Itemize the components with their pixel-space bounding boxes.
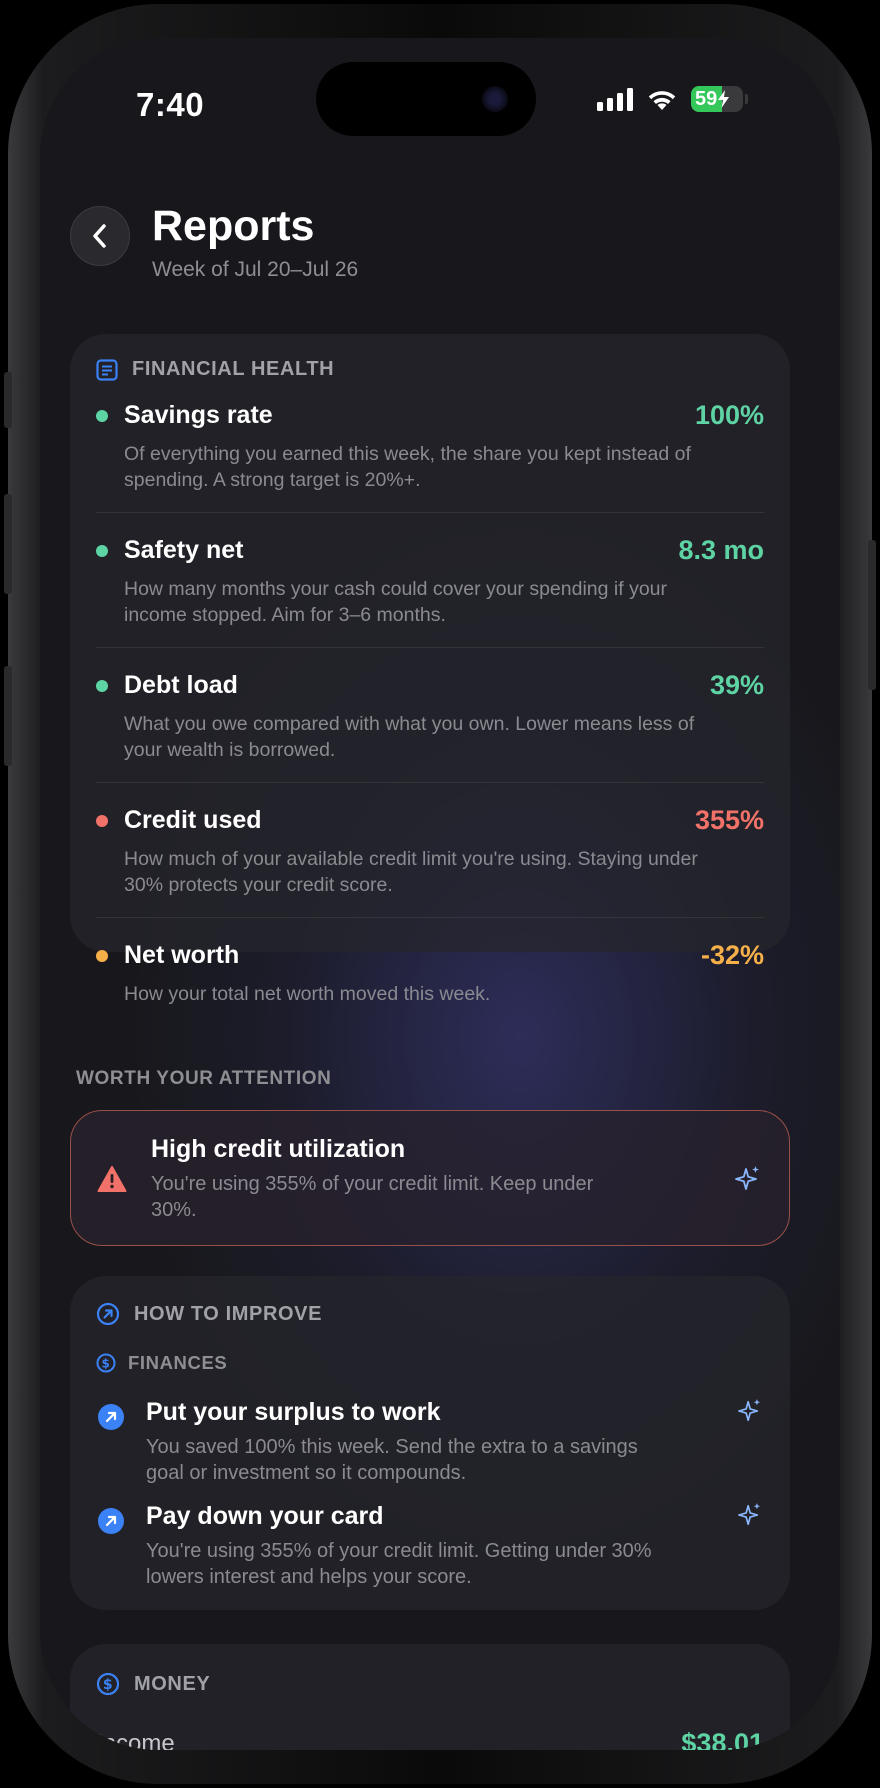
metric-debt-load: Debt load 39% What you owe compared with… <box>70 648 790 782</box>
camera-icon <box>482 86 508 112</box>
metric-description: How your total net worth moved this week… <box>124 983 491 1005</box>
money-heading: $ MONEY <box>96 1672 210 1696</box>
category-label: FINANCES <box>128 1352 228 1373</box>
metric-description: How much of your available credit limit … <box>124 848 698 896</box>
chevron-left-icon <box>93 224 106 248</box>
metrics-list: Savings rate 100% Of everything you earn… <box>70 400 790 1018</box>
alert-card[interactable]: High credit utilization You're using 355… <box>70 1110 790 1246</box>
tip-item[interactable]: Put your surplus to work You saved 100% … <box>70 1398 790 1498</box>
dynamic-island <box>316 62 536 136</box>
report-icon <box>96 358 118 381</box>
status-indicators: 59 <box>597 86 748 112</box>
financial-health-card: FINANCIAL HEALTH Savings rate 100% Of ev… <box>70 334 790 1005</box>
dollar-circle-icon: $ <box>96 1672 120 1696</box>
page-header: Reports Week of Jul 20–Jul 26 <box>70 202 359 282</box>
cellular-signal-icon <box>597 87 633 111</box>
tip-description: You saved 100% this week. Send the extra… <box>146 1436 638 1484</box>
ai-sparkle-icon[interactable] <box>735 1165 761 1193</box>
svg-text:$: $ <box>103 1677 113 1693</box>
metric-description: Of everything you earned this week, the … <box>124 443 691 491</box>
financial-health-title: FINANCIAL HEALTH <box>132 358 335 380</box>
metric-name: Credit used <box>124 806 262 834</box>
tip-description: You're using 355% of your credit limit. … <box>146 1540 652 1588</box>
battery-level: 59 <box>695 87 718 110</box>
screen: 7:40 59 Reports Week of Jul 20–Jul 26 FI… <box>40 38 840 1750</box>
ai-sparkle-icon[interactable] <box>738 1502 762 1528</box>
warning-icon <box>97 1166 127 1192</box>
battery-indicator: 59 <box>691 86 743 112</box>
how-to-improve-title: HOW TO IMPROVE <box>134 1302 323 1325</box>
power-button <box>868 540 876 690</box>
income-value: $38.01 <box>681 1728 764 1750</box>
metric-value: 8.3 mo <box>678 535 764 565</box>
volume-down-button <box>4 666 12 766</box>
wifi-icon <box>648 91 676 110</box>
arrow-up-right-circle-icon <box>96 1302 120 1326</box>
ai-sparkle-icon[interactable] <box>738 1398 762 1424</box>
volume-up-button <box>4 494 12 594</box>
metric-safety-net: Safety net 8.3 mo How many months your c… <box>70 513 790 647</box>
metric-net-worth: Net worth -32% How your total net worth … <box>70 918 790 1018</box>
category-finances: $ FINANCES <box>96 1352 227 1374</box>
status-time: 7:40 <box>136 86 205 123</box>
svg-text:$: $ <box>102 1357 111 1371</box>
metric-savings-rate: Savings rate 100% Of everything you earn… <box>70 400 790 512</box>
metric-name: Debt load <box>124 671 238 699</box>
metric-name: Savings rate <box>124 401 273 429</box>
attention-heading: WORTH YOUR ATTENTION <box>76 1068 332 1089</box>
metric-value: -32% <box>700 940 764 970</box>
metric-description: What you owe compared with what you own.… <box>124 713 695 761</box>
metric-credit-used: Credit used 355% How much of your availa… <box>70 783 790 917</box>
metric-name: Net worth <box>124 941 240 969</box>
status-dot <box>96 409 108 422</box>
arrow-up-right-icon <box>98 1404 124 1430</box>
page-subtitle: Week of Jul 20–Jul 26 <box>152 258 359 281</box>
alert-description: You're using 355% of your credit limit. … <box>151 1173 594 1221</box>
money-card: $ MONEY Income $38.01 <box>70 1644 790 1750</box>
how-to-improve-heading: HOW TO IMPROVE <box>96 1302 322 1326</box>
tip-title: Put your surplus to work <box>146 1398 441 1426</box>
status-dot <box>96 949 108 962</box>
metric-value: 100% <box>694 400 764 430</box>
metric-value: 355% <box>694 805 764 835</box>
back-button[interactable] <box>70 206 130 266</box>
alert-title: High credit utilization <box>151 1135 406 1163</box>
income-label: Income <box>96 1729 175 1751</box>
metric-name: Safety net <box>124 536 244 564</box>
action-button <box>4 372 12 428</box>
how-to-improve-card: HOW TO IMPROVE $ FINANCES Put your surpl… <box>70 1276 790 1610</box>
page-title: Reports <box>152 202 315 250</box>
income-row[interactable]: Income $38.01 <box>96 1728 764 1750</box>
tip-item[interactable]: Pay down your card You're using 355% of … <box>70 1502 790 1602</box>
dollar-circle-icon: $ <box>96 1353 116 1373</box>
financial-health-heading: FINANCIAL HEALTH <box>96 358 334 381</box>
metric-description: How many months your cash could cover yo… <box>124 578 668 626</box>
money-title: MONEY <box>134 1672 211 1695</box>
arrow-up-right-icon <box>98 1508 124 1534</box>
status-dot <box>96 544 108 557</box>
status-dot <box>96 679 108 692</box>
status-dot <box>96 814 108 827</box>
charging-bolt-icon <box>718 90 730 108</box>
metric-value: 39% <box>709 670 764 700</box>
tip-title: Pay down your card <box>146 1502 384 1530</box>
